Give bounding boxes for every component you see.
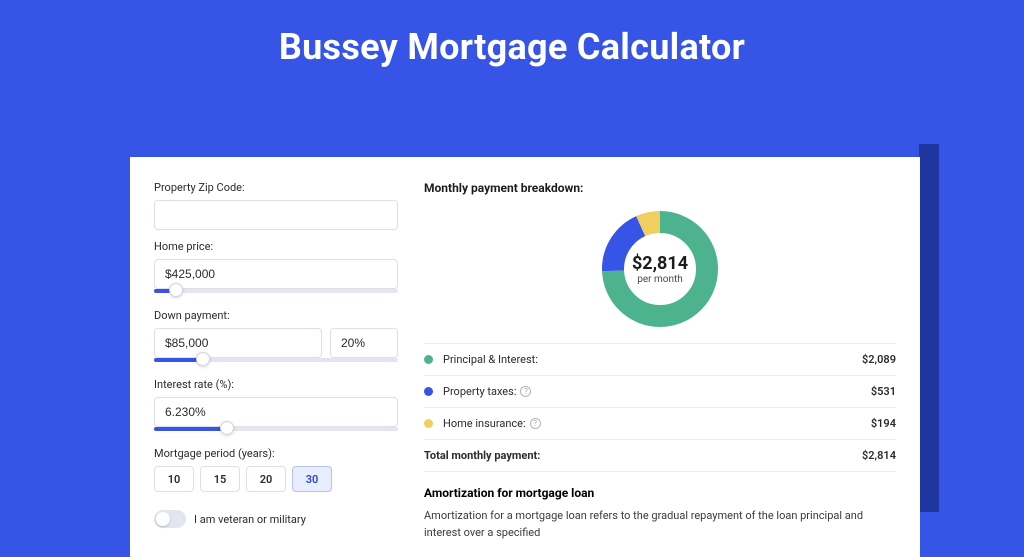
field-mortgage-period: Mortgage period (years): 10152030 [154, 447, 398, 492]
amortization-text: Amortization for a mortgage loan refers … [424, 508, 896, 541]
period-option-15[interactable]: 15 [200, 466, 240, 492]
legend-label: Principal & Interest: [443, 353, 862, 366]
down-pct-input[interactable] [330, 328, 398, 358]
zip-input[interactable] [154, 200, 398, 230]
legend-total-row: Total monthly payment:$2,814 [424, 440, 896, 472]
legend-value: $194 [871, 417, 896, 430]
info-icon[interactable]: ? [520, 386, 531, 397]
veteran-toggle[interactable] [154, 510, 186, 528]
legend-dot [424, 419, 433, 428]
zip-label: Property Zip Code: [154, 181, 398, 194]
period-option-10[interactable]: 10 [154, 466, 194, 492]
veteran-label: I am veteran or military [194, 513, 306, 526]
rate-label: Interest rate (%): [154, 378, 398, 391]
total-value: $2,814 [862, 449, 896, 462]
legend-row: Property taxes:?$531 [424, 376, 896, 408]
legend-row: Principal & Interest:$2,089 [424, 344, 896, 376]
frame-shadow [919, 144, 939, 512]
total-label: Total monthly payment: [424, 449, 862, 462]
page-title: Bussey Mortgage Calculator [0, 0, 1024, 88]
legend-dot [424, 387, 433, 396]
legend-row: Home insurance:?$194 [424, 408, 896, 440]
price-slider[interactable] [154, 287, 398, 299]
field-home-price: Home price: [154, 240, 398, 299]
period-label: Mortgage period (years): [154, 447, 398, 460]
inputs-column: Property Zip Code: Home price: Down paym… [154, 181, 398, 557]
legend-value: $2,089 [862, 353, 896, 366]
field-zip: Property Zip Code: [154, 181, 398, 230]
calculator-panel: Property Zip Code: Home price: Down paym… [130, 157, 920, 557]
amortization-section: Amortization for mortgage loan Amortizat… [424, 486, 896, 541]
down-slider[interactable] [154, 356, 398, 368]
legend-dot [424, 355, 433, 364]
legend-label: Home insurance:? [443, 417, 871, 430]
down-input[interactable] [154, 328, 322, 358]
legend-value: $531 [871, 385, 896, 398]
donut-chart: $2,814 per month [424, 201, 896, 343]
down-label: Down payment: [154, 309, 398, 322]
donut-value: $2,814 [632, 253, 688, 274]
field-down-payment: Down payment: [154, 309, 398, 368]
rate-input[interactable] [154, 397, 398, 427]
donut-center: $2,814 per month [600, 209, 720, 329]
breakdown-title: Monthly payment breakdown: [424, 181, 896, 195]
field-veteran: I am veteran or military [154, 510, 398, 528]
price-label: Home price: [154, 240, 398, 253]
period-options: 10152030 [154, 466, 398, 492]
field-interest-rate: Interest rate (%): [154, 378, 398, 437]
info-icon[interactable]: ? [530, 418, 541, 429]
donut-sub: per month [637, 274, 683, 285]
results-column: Monthly payment breakdown: $2,814 per mo… [424, 181, 896, 557]
rate-slider[interactable] [154, 425, 398, 437]
amortization-title: Amortization for mortgage loan [424, 486, 896, 500]
legend-label: Property taxes:? [443, 385, 871, 398]
period-option-30[interactable]: 30 [292, 466, 332, 492]
legend: Principal & Interest:$2,089Property taxe… [424, 343, 896, 472]
price-input[interactable] [154, 259, 398, 289]
period-option-20[interactable]: 20 [246, 466, 286, 492]
